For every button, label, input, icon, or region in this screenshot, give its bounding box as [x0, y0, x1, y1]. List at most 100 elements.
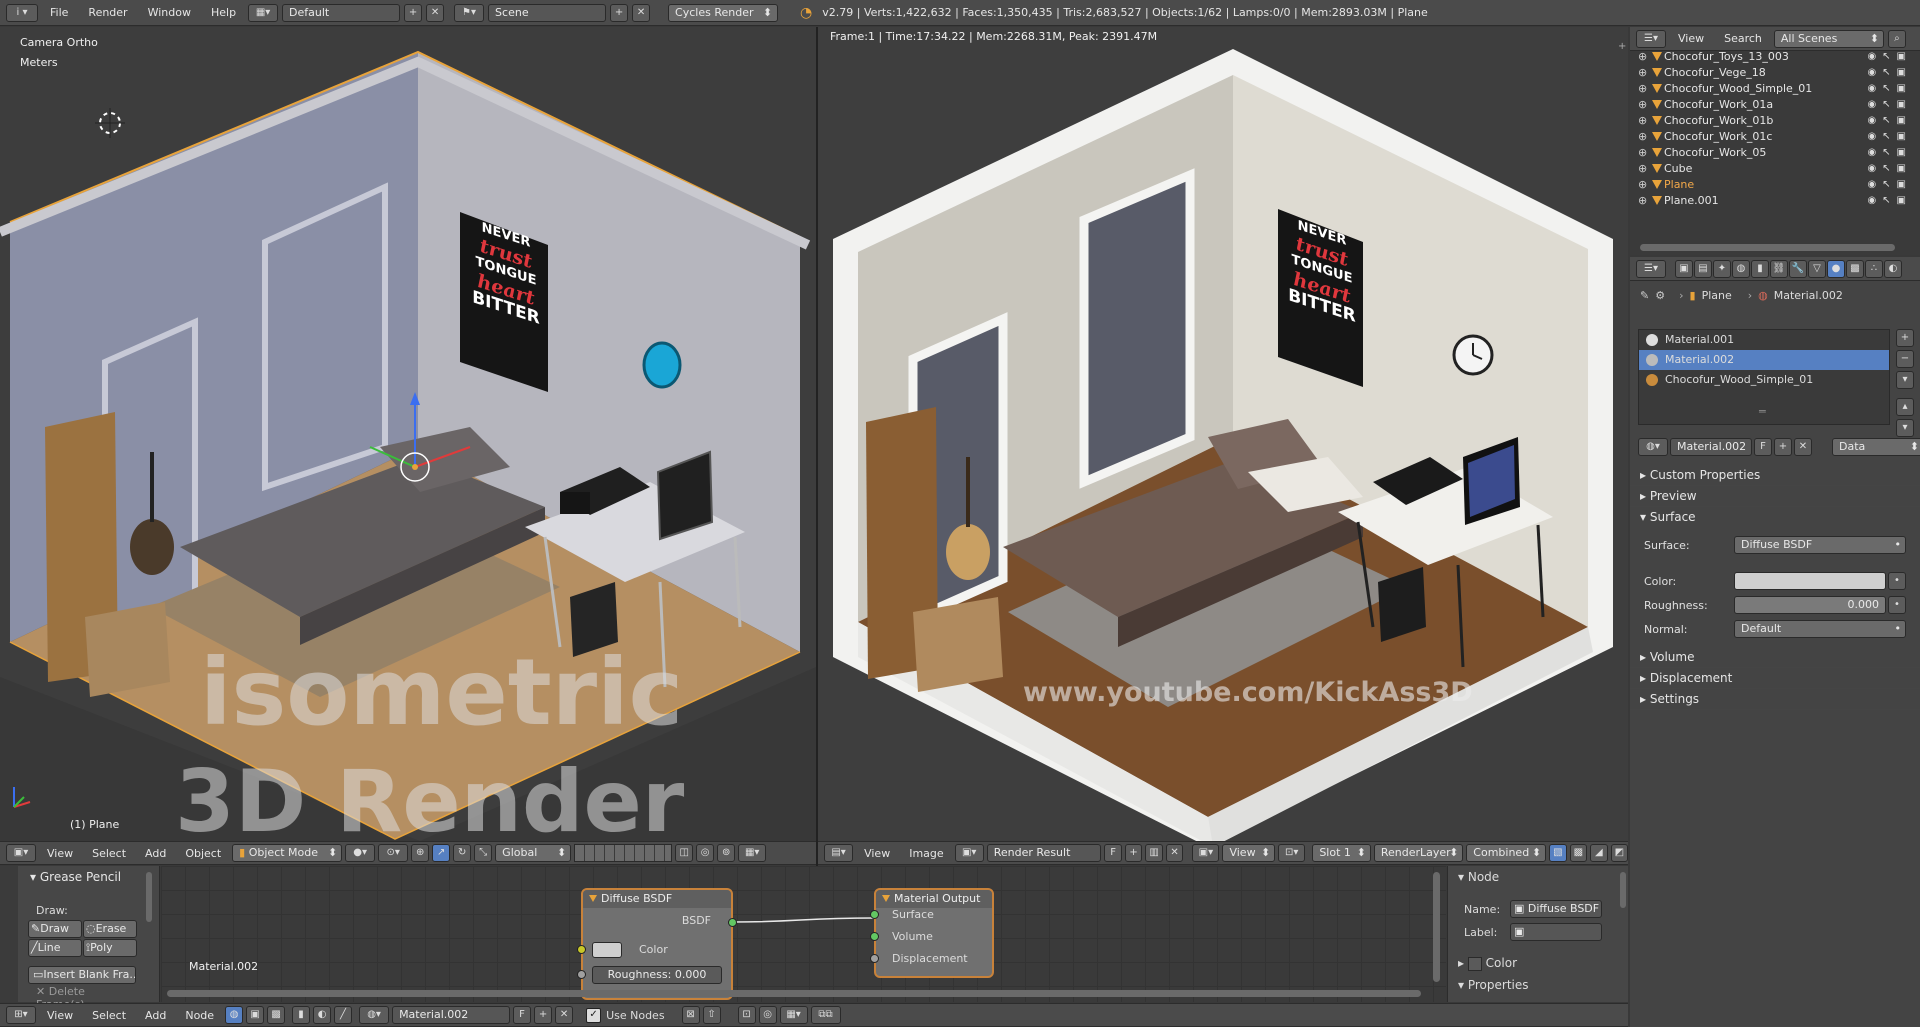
outliner-item[interactable]: ⊕ Chocofur_Toys_13_003 ◉↖▣: [1630, 49, 1920, 65]
move-up-icon[interactable]: ▴: [1896, 398, 1914, 416]
fake-user-button[interactable]: F: [1754, 438, 1772, 456]
material-browse-icon[interactable]: ◍▾: [1638, 438, 1668, 456]
node-label-field[interactable]: ▣: [1510, 923, 1602, 941]
outliner-editor-icon[interactable]: ☰▾: [1636, 29, 1666, 48]
color-input-socket[interactable]: [577, 945, 586, 954]
node-panel-title[interactable]: ▾ Node: [1458, 870, 1499, 884]
data-tab-icon[interactable]: ▽: [1808, 259, 1826, 278]
node-snap-element-icon[interactable]: ▦▾: [779, 1006, 808, 1024]
layers-tab-icon[interactable]: ▤: [1694, 259, 1712, 278]
visibility-icons[interactable]: ◉↖▣: [1867, 145, 1912, 161]
material-tab-icon[interactable]: ●: [1827, 259, 1845, 278]
remove-scene-icon[interactable]: ✕: [632, 3, 651, 22]
linestyle-shader-icon[interactable]: ╱: [334, 1006, 353, 1024]
viewport-menu-add[interactable]: Add: [145, 847, 166, 860]
add-slot-icon[interactable]: +: [1896, 329, 1914, 347]
zoom-icon[interactable]: ⊡▾: [1278, 844, 1306, 862]
snap-node-icon[interactable]: ⊡: [737, 1006, 756, 1024]
node-menu-select[interactable]: Select: [92, 1009, 126, 1022]
parent-node-icon[interactable]: ⇧: [702, 1006, 721, 1024]
image-menu-view[interactable]: View: [864, 847, 890, 860]
corner-plus-icon[interactable]: +: [1618, 41, 1626, 52]
3d-view-editor-icon[interactable]: ▣▾: [6, 844, 36, 862]
material-link-dropdown[interactable]: Data ⬍: [1832, 438, 1920, 456]
add-layout-icon[interactable]: +: [404, 3, 423, 22]
snap-target-icon[interactable]: ◎: [758, 1006, 777, 1024]
alpha-channel-icon[interactable]: ▩: [1569, 844, 1588, 862]
roughness-link-icon[interactable]: •: [1888, 596, 1906, 614]
surface-shader-dropdown[interactable]: Diffuse BSDF •: [1734, 536, 1906, 554]
node-fake-user-button[interactable]: F: [513, 1006, 532, 1024]
resize-grip[interactable]: ═: [1759, 405, 1766, 418]
breadcrumb-object[interactable]: Plane: [1702, 289, 1732, 302]
grease-draw-button[interactable]: ✎Draw: [28, 920, 82, 938]
viewport-menu-view[interactable]: View: [47, 847, 73, 860]
view-mode-icon[interactable]: ▣▾: [1192, 844, 1220, 862]
tool-shelf-scrollbar[interactable]: [146, 872, 152, 922]
pin-image-icon[interactable]: ◩: [1610, 844, 1629, 862]
node-editor-h-scrollbar[interactable]: [167, 990, 1421, 997]
panel-preview[interactable]: ▸ Preview: [1630, 486, 1920, 507]
slot-dropdown[interactable]: Slot 1 ⬍: [1312, 844, 1371, 862]
color-swatch[interactable]: [1734, 572, 1886, 590]
outliner-menu-view[interactable]: View: [1678, 32, 1704, 45]
image-view-dropdown[interactable]: View ⬍: [1222, 844, 1276, 862]
object-tab-icon[interactable]: ▮: [1751, 259, 1769, 278]
use-nodes-checkbox[interactable]: ✓ Use Nodes: [586, 1007, 665, 1023]
insert-blank-frame-button[interactable]: ▭Insert Blank Fra...: [28, 966, 136, 984]
outliner-filter-dropdown[interactable]: All Scenes ⬍: [1773, 29, 1884, 48]
image-name-field[interactable]: Render Result: [986, 844, 1102, 862]
outliner-scrollbar[interactable]: [1640, 244, 1895, 251]
texture-tab-icon[interactable]: ▩: [1846, 259, 1864, 278]
unlink-image-icon[interactable]: ✕: [1165, 844, 1184, 862]
pivot-icon[interactable]: ⊙▾: [378, 844, 409, 862]
outliner-item[interactable]: ⊕ Plane.001 ◉↖▣: [1630, 193, 1920, 209]
material-slot[interactable]: Chocofur_Wood_Simple_01: [1639, 370, 1889, 390]
shading-icon[interactable]: ●▾: [345, 844, 376, 862]
node-name-field[interactable]: ▣ Diffuse BSDF: [1510, 900, 1602, 918]
lock-layers-icon[interactable]: ◫: [675, 844, 694, 862]
displacement-input-socket[interactable]: [870, 954, 879, 963]
normal-dropdown[interactable]: Default •: [1734, 620, 1906, 638]
outliner-item[interactable]: ⊕ Chocofur_Work_01b ◉↖▣: [1630, 113, 1920, 129]
panel-volume[interactable]: ▸ Volume: [1630, 647, 1920, 668]
rotate-icon[interactable]: ↻: [453, 844, 472, 862]
constraints-tab-icon[interactable]: ⛓: [1770, 259, 1788, 278]
node-material-field[interactable]: Material.002: [392, 1006, 511, 1024]
snap-icon[interactable]: ⊚: [717, 844, 736, 862]
outliner-item[interactable]: ⊕ Cube ◉↖▣: [1630, 161, 1920, 177]
node-editor[interactable]: Material.002 Diffuse BSDF BSDF Color Rou…: [161, 866, 1446, 1002]
viewport-menu-object[interactable]: Object: [185, 847, 221, 860]
shader-nodes-icon[interactable]: ◍: [225, 1006, 244, 1024]
image-browse-icon[interactable]: ▣▾: [954, 844, 984, 862]
scale-icon[interactable]: ⤡: [474, 844, 493, 862]
volume-input-socket[interactable]: [870, 932, 879, 941]
visibility-icons[interactable]: ◉↖▣: [1867, 161, 1912, 177]
render-engine-dropdown[interactable]: Cycles Render ⬍: [668, 3, 779, 22]
node-material-browse-icon[interactable]: ◍▾: [359, 1006, 390, 1024]
render-tab-icon[interactable]: ▣: [1675, 259, 1693, 278]
panel-displacement[interactable]: ▸ Displacement: [1630, 668, 1920, 689]
open-image-icon[interactable]: ▥: [1145, 844, 1163, 862]
physics-tab-icon[interactable]: ◐: [1884, 259, 1902, 278]
new-material-icon[interactable]: +: [1774, 438, 1792, 456]
display-channels-icon[interactable]: ▧: [1549, 844, 1567, 862]
menu-help[interactable]: Help: [211, 6, 236, 19]
remove-slot-icon[interactable]: −: [1896, 350, 1914, 368]
grease-pencil-title[interactable]: ▾ Grease Pencil: [30, 870, 121, 884]
scene-tab-icon[interactable]: ✦: [1713, 259, 1731, 278]
world-shader-icon[interactable]: ◐: [313, 1006, 332, 1024]
node-editor-icon[interactable]: ⊞▾: [6, 1006, 36, 1024]
modifiers-tab-icon[interactable]: 🔧: [1789, 259, 1807, 278]
interaction-mode-dropdown[interactable]: ▮ Object Mode ⬍: [232, 844, 343, 862]
color-link-icon[interactable]: •: [1888, 572, 1906, 590]
layout-grid-icon[interactable]: ▦▾: [248, 3, 279, 22]
node-editor-v-scrollbar[interactable]: [1433, 872, 1440, 982]
visibility-icons[interactable]: ◉↖▣: [1867, 193, 1912, 209]
visibility-icons[interactable]: ◉↖▣: [1867, 177, 1912, 193]
image-menu-image[interactable]: Image: [909, 847, 943, 860]
material-slot[interactable]: Material.001: [1639, 330, 1889, 350]
node-menu-add[interactable]: Add: [145, 1009, 166, 1022]
orientation-dropdown[interactable]: Global ⬍: [495, 844, 572, 862]
surface-input-socket[interactable]: [870, 910, 879, 919]
